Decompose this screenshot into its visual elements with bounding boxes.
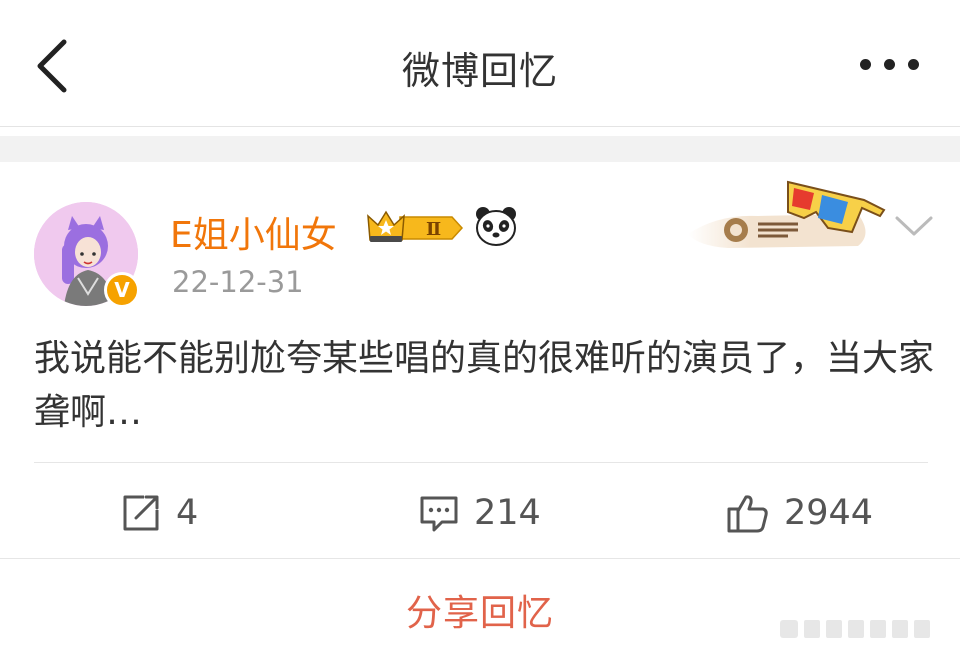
comment-icon xyxy=(420,496,458,532)
page-title: 微博回忆 xyxy=(401,49,558,93)
repost-count: 4 xyxy=(176,493,199,533)
divider xyxy=(34,462,928,463)
watermark-icon xyxy=(780,620,930,638)
repost-button[interactable]: 4 xyxy=(120,488,198,538)
post-text: 我说能不能别尬夸某些唱的真的很难听的演员了，当大家聋啊… xyxy=(34,338,935,433)
divider xyxy=(0,558,960,559)
thumbs-up-icon xyxy=(727,495,768,533)
like-count: 2944 xyxy=(784,493,874,533)
top-navigation-bar: 微博回忆 xyxy=(0,0,960,126)
repost-icon xyxy=(123,495,159,531)
ellipsis-icon[interactable] xyxy=(858,56,922,76)
section-separator xyxy=(0,136,960,162)
comment-button[interactable]: 214 xyxy=(418,488,541,538)
verified-badge: V xyxy=(104,272,140,308)
like-button[interactable]: 2944 xyxy=(726,488,873,538)
post-date: 22-12-31 xyxy=(172,265,304,299)
3d-glasses-decoration-icon xyxy=(688,180,886,248)
avatar[interactable]: V xyxy=(34,202,140,308)
post-card: V E姐小仙女 Ⅱ 22-12-31 我说能不能别尬夸某些唱的真的很难听的演员了… xyxy=(0,162,960,654)
member-level-label: Ⅱ xyxy=(426,219,441,240)
divider xyxy=(0,126,960,127)
comment-count: 214 xyxy=(474,493,541,533)
author-name[interactable]: E姐小仙女 xyxy=(170,206,337,258)
chevron-down-icon[interactable] xyxy=(893,210,935,240)
panda-icon xyxy=(476,207,516,246)
member-crown-icon[interactable]: Ⅱ xyxy=(366,206,466,246)
